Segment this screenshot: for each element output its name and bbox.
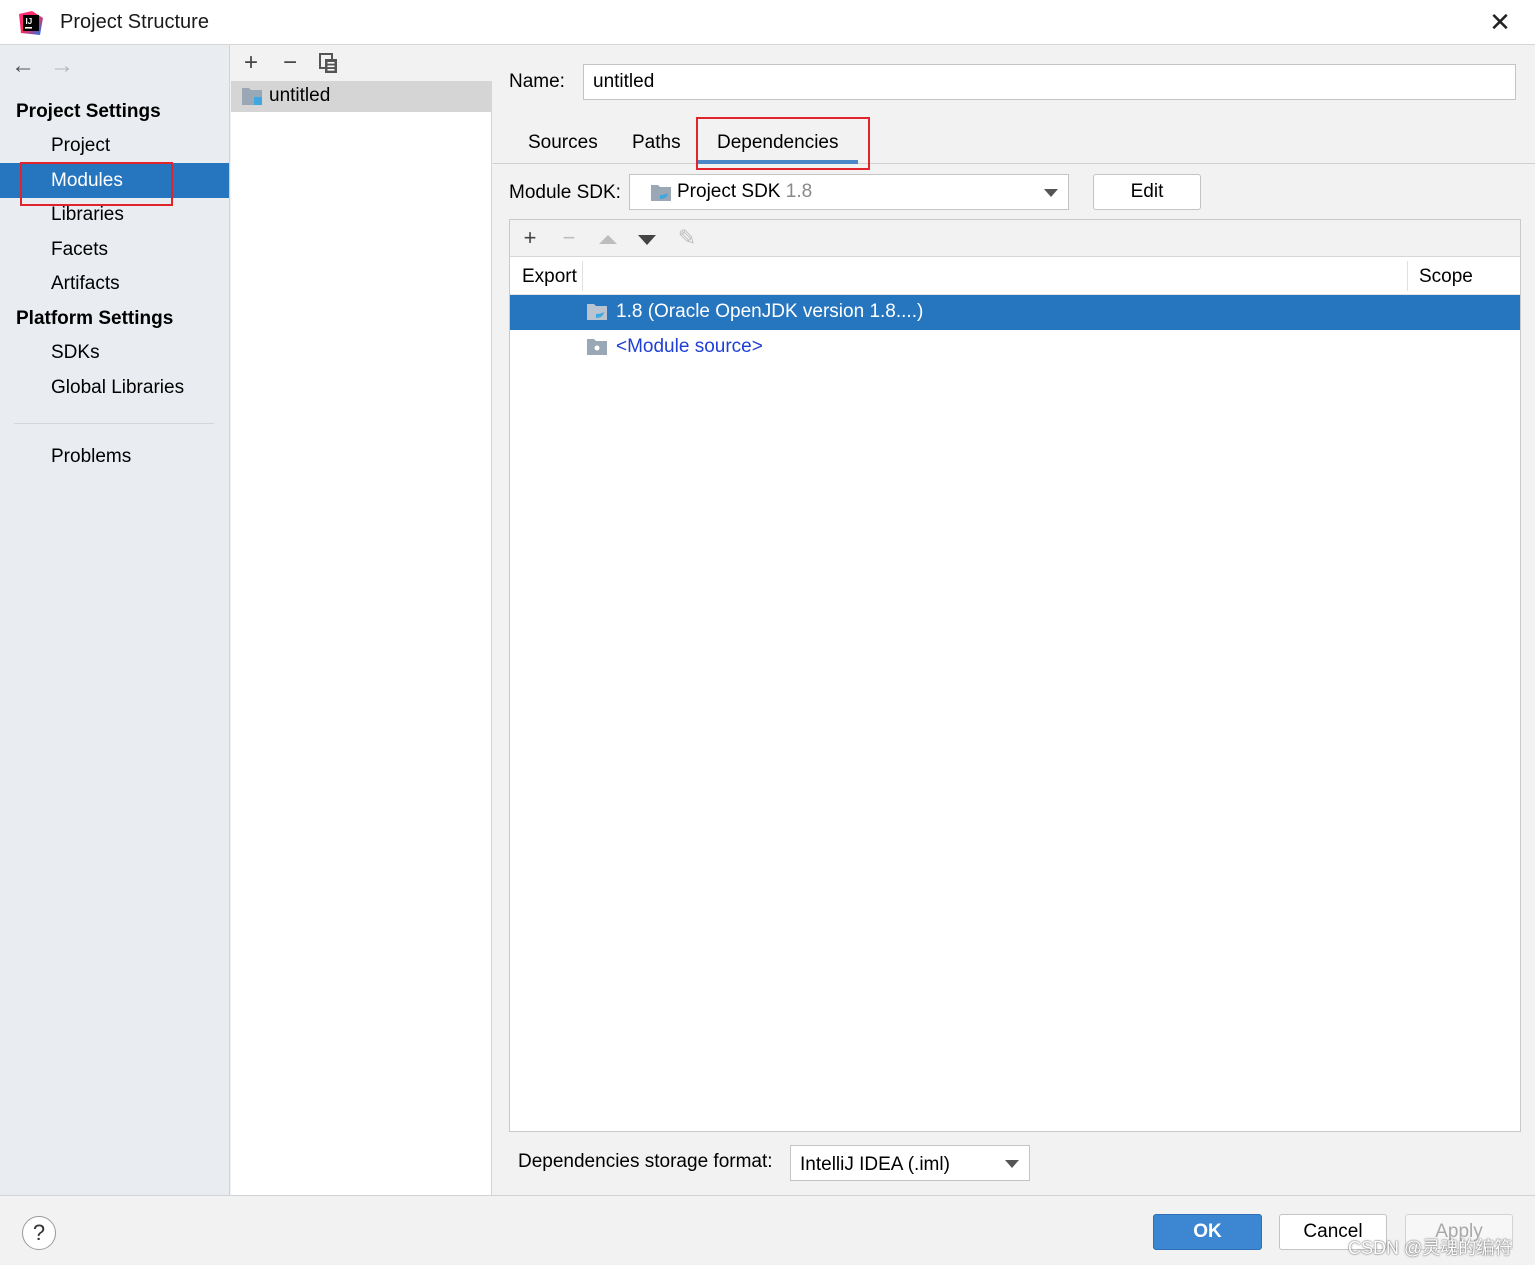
- intellij-logo-icon: IJ: [19, 11, 43, 35]
- module-sdk-label: Module SDK:: [509, 182, 621, 203]
- add-module-icon[interactable]: +: [237, 49, 265, 77]
- column-export[interactable]: Export: [522, 266, 577, 288]
- svg-text:IJ: IJ: [26, 17, 33, 26]
- platform-settings-heading: Platform Settings: [16, 308, 174, 329]
- dialog-footer: ? OK Cancel Apply CSDN @灵魂的编符: [0, 1195, 1535, 1265]
- settings-sidebar: ← → Project Settings Project Modules Lib…: [0, 45, 230, 1195]
- storage-format-dropdown[interactable]: IntelliJ IDEA (.iml): [790, 1145, 1030, 1181]
- help-icon[interactable]: ?: [22, 1216, 56, 1250]
- table-row[interactable]: 1.8 (Oracle OpenJDK version 1.8....): [510, 295, 1520, 330]
- chevron-down-icon: [1044, 189, 1058, 197]
- source-folder-icon: [587, 339, 607, 355]
- move-up-icon[interactable]: [599, 235, 617, 244]
- module-name-input[interactable]: [583, 64, 1516, 100]
- chevron-down-icon: [1005, 1160, 1019, 1168]
- ok-button[interactable]: OK: [1153, 1214, 1262, 1250]
- project-settings-heading: Project Settings: [16, 101, 161, 122]
- module-sdk-dropdown[interactable]: Project SDK 1.8: [629, 174, 1069, 210]
- sdk-folder-icon: [651, 185, 671, 201]
- storage-format-value: IntelliJ IDEA (.iml): [800, 1154, 950, 1175]
- module-folder-icon: [242, 88, 262, 105]
- table-row[interactable]: <Module source>: [510, 330, 1520, 365]
- column-divider: [582, 261, 583, 291]
- column-scope[interactable]: Scope: [1419, 266, 1473, 288]
- dependency-label: 1.8 (Oracle OpenJDK version 1.8....): [616, 301, 924, 322]
- sdk-folder-icon: [587, 304, 607, 320]
- module-list-toolbar: + −: [231, 45, 492, 81]
- title-bar: IJ Project Structure ✕: [0, 0, 1535, 45]
- sidebar-item-libraries[interactable]: Libraries: [0, 197, 229, 232]
- move-down-icon[interactable]: [638, 235, 656, 245]
- tabs-divider: [493, 163, 1535, 164]
- module-list-panel: + − untitled: [231, 45, 492, 1195]
- dependencies-table-panel: + − ✎ Export Scope 1.8 (Oracle OpenJDK v…: [509, 219, 1521, 1132]
- sdk-version: 1.8: [785, 181, 813, 202]
- active-tab-indicator: [698, 160, 858, 164]
- column-divider: [1407, 261, 1408, 291]
- forward-arrow-icon[interactable]: →: [49, 53, 75, 79]
- add-dependency-icon[interactable]: +: [516, 224, 544, 252]
- remove-dependency-icon[interactable]: −: [555, 224, 583, 252]
- dependency-label: <Module source>: [616, 336, 763, 357]
- storage-format-label: Dependencies storage format:: [518, 1151, 773, 1172]
- watermark: CSDN @灵魂的编符: [1348, 1238, 1513, 1258]
- module-label: untitled: [269, 85, 331, 106]
- close-icon[interactable]: ✕: [1486, 8, 1514, 36]
- name-label: Name:: [509, 71, 565, 92]
- sidebar-item-global-libraries[interactable]: Global Libraries: [0, 370, 229, 405]
- tab-sources[interactable]: Sources: [528, 132, 598, 154]
- tab-dependencies[interactable]: Dependencies: [717, 132, 838, 154]
- tab-paths[interactable]: Paths: [632, 132, 681, 154]
- copy-module-icon[interactable]: [317, 51, 341, 75]
- table-header: Export Scope: [510, 257, 1520, 295]
- sidebar-item-artifacts[interactable]: Artifacts: [0, 266, 229, 301]
- sidebar-item-problems[interactable]: Problems: [0, 439, 229, 474]
- module-settings-panel: Name: Sources Paths Dependencies Module …: [493, 45, 1535, 1195]
- dependencies-toolbar: + − ✎: [510, 220, 1520, 257]
- sidebar-item-sdks[interactable]: SDKs: [0, 335, 229, 370]
- window-title: Project Structure: [60, 11, 209, 33]
- remove-module-icon[interactable]: −: [276, 49, 304, 77]
- edit-dependency-icon[interactable]: ✎: [673, 224, 701, 252]
- sidebar-item-project[interactable]: Project: [0, 128, 229, 163]
- sdk-name: Project SDK: [677, 181, 781, 202]
- sidebar-item-facets[interactable]: Facets: [0, 232, 229, 267]
- module-row-untitled[interactable]: untitled: [231, 81, 492, 112]
- edit-sdk-button[interactable]: Edit: [1093, 174, 1201, 210]
- back-arrow-icon[interactable]: ←: [10, 53, 36, 79]
- sidebar-divider: [14, 423, 214, 424]
- sidebar-item-modules[interactable]: Modules: [0, 163, 229, 198]
